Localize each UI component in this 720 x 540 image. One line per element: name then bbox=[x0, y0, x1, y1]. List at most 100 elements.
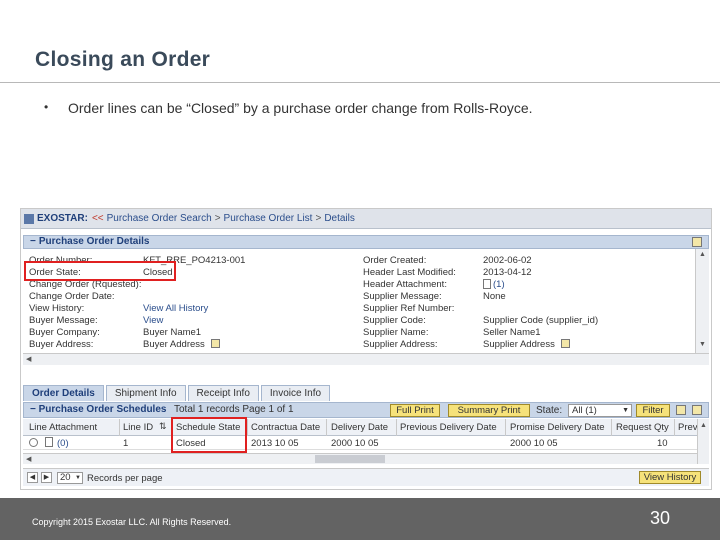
breadcrumb-separator: > bbox=[214, 213, 221, 224]
breadcrumb-po-list[interactable]: Purchase Order List bbox=[224, 213, 313, 224]
schedule-state-highlight bbox=[171, 417, 247, 453]
page-size-select[interactable]: 20 ▼ bbox=[57, 472, 83, 484]
summary-print-button[interactable]: Summary Print bbox=[448, 404, 530, 417]
page-number: 30 bbox=[650, 508, 671, 528]
next-page-icon[interactable]: ▶ bbox=[41, 472, 52, 483]
prev-page-icon[interactable]: ◀ bbox=[27, 472, 38, 483]
tab-order-details[interactable]: Order Details bbox=[23, 385, 104, 401]
schedules-grid-header: Line Attachment Line ID ⇅ Schedule State… bbox=[23, 419, 698, 436]
po-details-header[interactable]: − Purchase Order Details bbox=[23, 235, 709, 249]
scroll-up-icon[interactable]: ▲ bbox=[700, 422, 707, 429]
sort-icon[interactable]: ⇅ bbox=[159, 421, 167, 432]
column-header[interactable]: Line Attachment bbox=[29, 422, 97, 433]
contract-date-cell: 2013 10 05 bbox=[251, 438, 299, 449]
address-popup-icon[interactable] bbox=[561, 339, 570, 348]
pager: ◀ ▶ 20 ▼ Records per page View History bbox=[23, 468, 709, 486]
grid-vertical-scrollbar[interactable]: ▲ bbox=[697, 419, 709, 464]
edit-icon[interactable] bbox=[692, 405, 702, 415]
exostar-logo-icon bbox=[24, 213, 34, 224]
scroll-down-icon[interactable]: ▼ bbox=[699, 341, 706, 348]
field-value: Seller Name1 bbox=[483, 327, 541, 338]
records-per-page-label: Records per page bbox=[87, 473, 163, 484]
details-horizontal-scrollbar[interactable]: ◀ bbox=[23, 353, 709, 365]
state-select-value: All (1) bbox=[572, 405, 597, 416]
column-header[interactable]: Delivery Date bbox=[331, 422, 388, 433]
field-value: None bbox=[483, 291, 506, 302]
delivery-date-cell: 2000 10 05 bbox=[331, 438, 379, 449]
header-attachment-link[interactable]: (1) bbox=[493, 279, 505, 290]
detail-row: Header Last Modified: 2013-04-12 bbox=[363, 267, 693, 278]
field-value: 2013-04-12 bbox=[483, 267, 532, 278]
details-vertical-scrollbar[interactable]: ▲ ▼ bbox=[695, 249, 709, 353]
column-header[interactable]: Request Qty bbox=[616, 422, 669, 433]
bullet-marker: • bbox=[44, 100, 49, 114]
collapse-icon[interactable]: − bbox=[30, 404, 36, 415]
line-attachment-link[interactable]: (0) bbox=[57, 438, 69, 449]
detail-row: Change Order Date: bbox=[29, 291, 359, 302]
request-qty-cell: 10 bbox=[657, 438, 668, 449]
detail-row: Header Attachment: (1) bbox=[363, 279, 693, 290]
field-label: Change Order Date: bbox=[29, 291, 115, 302]
schedules-toolbar: − Purchase Order Schedules Total 1 recor… bbox=[23, 402, 709, 418]
row-radio[interactable] bbox=[29, 438, 38, 447]
grid-horizontal-scrollbar[interactable]: ◀ bbox=[23, 453, 697, 464]
column-divider bbox=[611, 419, 612, 436]
tab-invoice-info[interactable]: Invoice Info bbox=[260, 385, 331, 401]
breadcrumb-po-search[interactable]: Purchase Order Search bbox=[107, 213, 212, 224]
table-row[interactable]: (0) 1 Closed 2013 10 05 2000 10 05 2000 … bbox=[23, 436, 697, 450]
breadcrumb-back[interactable]: << bbox=[92, 213, 104, 224]
detail-row: Buyer Address: Buyer Address bbox=[29, 339, 359, 350]
scroll-left-icon[interactable]: ◀ bbox=[26, 455, 31, 463]
tab-receipt-info[interactable]: Receipt Info bbox=[187, 385, 259, 401]
address-popup-icon[interactable] bbox=[211, 339, 220, 348]
edit-icon[interactable] bbox=[692, 237, 702, 247]
detail-row: Supplier Ref Number: bbox=[363, 303, 693, 314]
column-divider bbox=[505, 419, 506, 436]
export-icon[interactable] bbox=[676, 405, 686, 415]
schedules-title[interactable]: − Purchase Order Schedules bbox=[30, 404, 166, 415]
tab-shipment-info[interactable]: Shipment Info bbox=[105, 385, 186, 401]
dropdown-arrow-icon[interactable]: ▼ bbox=[622, 405, 629, 416]
order-state-highlight bbox=[24, 261, 176, 281]
column-header[interactable]: Contractua Date bbox=[251, 422, 320, 433]
dropdown-arrow-icon[interactable]: ▼ bbox=[75, 473, 81, 483]
view-all-history-link[interactable]: View All History bbox=[143, 303, 208, 314]
field-label: Supplier Name: bbox=[363, 327, 429, 338]
paperclip-icon[interactable] bbox=[45, 437, 53, 447]
field-label: Buyer Address: bbox=[29, 339, 94, 350]
state-label: State: bbox=[536, 405, 563, 416]
column-header[interactable]: Previous Delivery Date bbox=[400, 422, 497, 433]
column-divider bbox=[674, 419, 675, 436]
detail-row: View History: View All History bbox=[29, 303, 359, 314]
field-label: Order Created: bbox=[363, 255, 427, 266]
exostar-screenshot: EXOSTAR: << Purchase Order Search > Purc… bbox=[20, 208, 712, 490]
brand-label: EXOSTAR: bbox=[37, 213, 88, 224]
column-divider bbox=[119, 419, 120, 436]
schedules-title-text: Purchase Order Schedules bbox=[38, 404, 167, 415]
field-label: Supplier Ref Number: bbox=[363, 303, 455, 314]
column-header[interactable]: Line ID bbox=[123, 422, 153, 433]
buyer-message-link[interactable]: View bbox=[143, 315, 163, 326]
breadcrumb-details[interactable]: Details bbox=[324, 213, 355, 224]
detail-row: Order Created: 2002-06-02 bbox=[363, 255, 693, 266]
field-value: Supplier Address bbox=[483, 339, 555, 350]
field-label: Header Last Modified: bbox=[363, 267, 456, 278]
detail-row: Buyer Message: View bbox=[29, 315, 359, 326]
column-header[interactable]: Prev bbox=[678, 422, 698, 433]
paperclip-icon[interactable] bbox=[483, 279, 491, 289]
scroll-thumb[interactable] bbox=[315, 455, 385, 463]
po-details-title: Purchase Order Details bbox=[38, 236, 150, 247]
column-header[interactable]: Promise Delivery Date bbox=[510, 422, 605, 433]
full-print-button[interactable]: Full Print bbox=[390, 404, 440, 417]
scroll-left-icon[interactable]: ◀ bbox=[26, 355, 31, 363]
collapse-icon[interactable]: − bbox=[30, 236, 36, 248]
filter-button[interactable]: Filter bbox=[636, 404, 670, 417]
slide-title: Closing an Order bbox=[35, 48, 211, 71]
detail-row: Buyer Company: Buyer Name1 bbox=[29, 327, 359, 338]
view-history-button[interactable]: View History bbox=[639, 471, 701, 484]
records-count: Total 1 records Page 1 of 1 bbox=[174, 404, 294, 415]
scroll-up-icon[interactable]: ▲ bbox=[699, 251, 706, 258]
breadcrumb-separator: > bbox=[315, 213, 322, 224]
state-select[interactable]: All (1) ▼ bbox=[568, 404, 632, 417]
field-label: Supplier Address: bbox=[363, 339, 438, 350]
